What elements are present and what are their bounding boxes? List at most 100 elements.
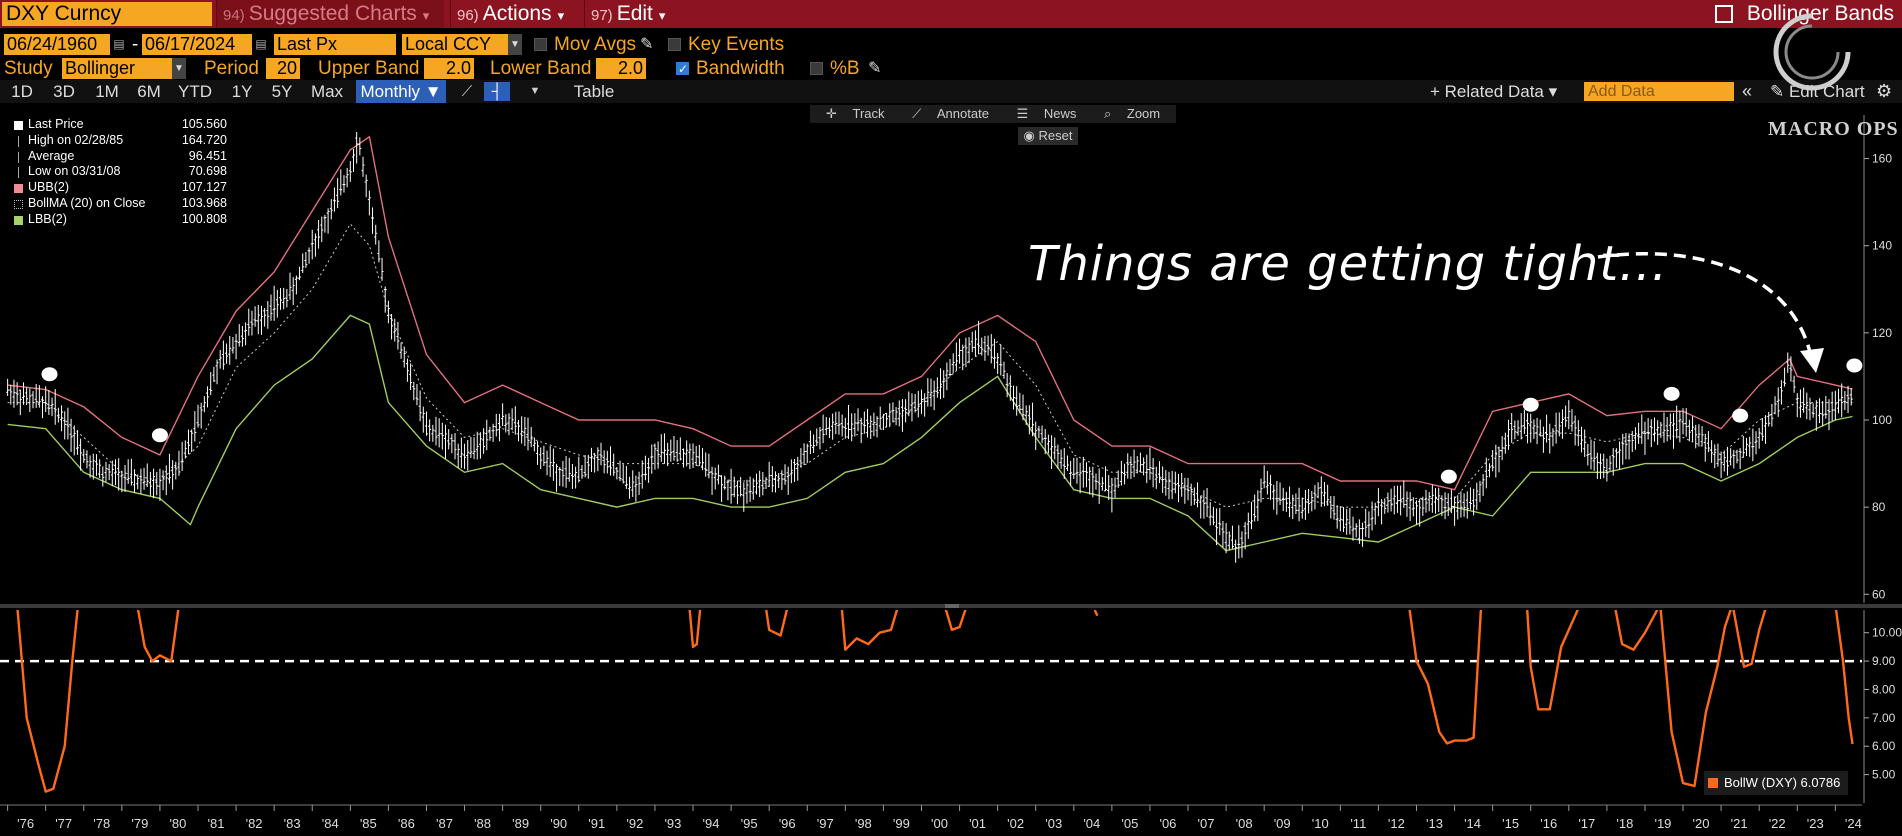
mov-avgs-checkbox[interactable]	[534, 38, 547, 51]
chevron-down-icon[interactable]: ▼	[522, 82, 548, 101]
period-button-3d[interactable]: 3D	[46, 80, 82, 103]
ticker-input[interactable]: DXY Curncy	[2, 2, 212, 26]
lower-band-input[interactable]: 2.0	[596, 58, 646, 79]
price-bar	[539, 447, 543, 470]
period-button-1d[interactable]: 1D	[6, 80, 38, 103]
legend-item: Average 96.451	[12, 149, 227, 165]
period-input[interactable]: 20	[266, 58, 300, 79]
price-bar	[133, 469, 137, 494]
track-button[interactable]: ✛ Track	[820, 106, 891, 121]
price-bar	[678, 437, 682, 461]
x-tick-label: '08	[1236, 816, 1253, 831]
price-bar	[1748, 436, 1752, 457]
period-button-5y[interactable]: 5Y	[264, 80, 300, 103]
bandwidth-checkbox[interactable]	[676, 58, 689, 81]
calendar-icon[interactable]: ▤	[112, 36, 126, 52]
edit-menu[interactable]: 97) Edit ▾	[584, 0, 684, 28]
collapse-icon[interactable]: «	[1742, 80, 1752, 103]
price-bar	[1500, 436, 1504, 461]
price-bar	[1240, 531, 1244, 558]
period-button-max[interactable]: Max	[306, 80, 348, 103]
period-button-1y[interactable]: 1Y	[224, 80, 260, 103]
price-bar	[1135, 456, 1139, 474]
price-bar	[1646, 417, 1650, 440]
price-bar	[926, 378, 930, 407]
bar-chart-icon[interactable]: ┤	[484, 82, 510, 101]
price-bar	[593, 453, 597, 473]
add-data-input[interactable]: Add Data	[1584, 82, 1734, 101]
pctb-checkbox[interactable]	[810, 62, 823, 75]
price-chart[interactable]: 60 80 100 120 140 160 5.00 6.00 7.00 8.00 9.00 10.…	[0, 103, 1902, 836]
command-bar: DXY Curncy 94) Suggested Charts ▾ 96) Actio…	[0, 0, 1902, 28]
price-bar	[1088, 466, 1092, 495]
end-date-field[interactable]: 06/17/2024	[142, 34, 252, 55]
price-bar	[977, 320, 981, 355]
period-button-1m[interactable]: 1M	[88, 80, 126, 103]
zoom-button[interactable]: ⌕ Zoom	[1098, 106, 1166, 121]
price-bar	[380, 257, 384, 281]
price-bar	[850, 413, 854, 442]
start-date-field[interactable]: 06/24/1960	[4, 34, 110, 55]
price-bar	[767, 461, 771, 488]
price-bar	[1386, 492, 1390, 513]
annotate-button[interactable]: ⟋ Annotate	[906, 106, 995, 121]
price-bar	[94, 454, 98, 476]
key-events-checkbox[interactable]	[668, 38, 681, 51]
legend-label: High on 02/28/85	[28, 132, 124, 147]
price-bar	[371, 207, 375, 234]
price-bar	[1189, 483, 1193, 506]
line-chart-icon[interactable]: ⟋	[454, 82, 480, 101]
suggested-charts-menu[interactable]: 94) Suggested Charts ▾	[216, 0, 444, 28]
chevron-down-icon[interactable]: ▼	[172, 58, 186, 79]
currency-select[interactable]: Local CCY	[402, 34, 512, 55]
price-bar	[72, 425, 76, 456]
price-bar	[1399, 485, 1403, 516]
table-button[interactable]: Table	[566, 80, 622, 103]
study-select[interactable]: Bollinger	[62, 58, 172, 79]
price-field-select[interactable]: Last Px	[274, 34, 396, 55]
related-data-button[interactable]: + Related Data ▾	[1430, 80, 1557, 103]
price-bar	[1691, 416, 1695, 442]
calendar-icon[interactable]: ▤	[254, 36, 268, 52]
price-bar	[1040, 425, 1044, 444]
price-bar	[288, 272, 292, 300]
price-bar	[1640, 414, 1644, 444]
reset-button[interactable]: ◉ Reset	[1018, 127, 1078, 145]
price-bar	[1672, 413, 1676, 449]
period-button-6m[interactable]: 6M	[130, 80, 168, 103]
bandwidth-segment	[944, 610, 967, 632]
study-settings-row: Study Bollinger ▼ Period 20 Upper Band 2…	[0, 57, 1902, 81]
legend-value: 96.451	[188, 148, 227, 163]
price-bar	[1202, 490, 1206, 519]
pencil-icon[interactable]: ✎	[640, 33, 653, 56]
price-bar	[1262, 465, 1266, 489]
price-bar	[1754, 431, 1758, 455]
price-bar	[1234, 539, 1238, 563]
bandwidth-segment	[1526, 610, 1579, 711]
price-bar	[1094, 473, 1098, 490]
price-bar	[1579, 426, 1583, 453]
pencil-icon[interactable]: ✎	[868, 57, 881, 80]
x-tick-label: '96	[779, 816, 796, 831]
period-button-ytd[interactable]: YTD	[172, 80, 218, 103]
price-bar	[228, 335, 232, 365]
x-tick-label: '88	[474, 816, 491, 831]
price-bar	[815, 428, 819, 447]
frequency-select[interactable]: Monthly ▼	[356, 80, 446, 103]
gear-icon[interactable]: ⚙	[1876, 80, 1892, 103]
bandwidth-segment	[1093, 610, 1099, 617]
price-bar	[992, 338, 996, 369]
actions-menu[interactable]: 96) Actions ▾	[450, 0, 580, 28]
price-bar	[1354, 523, 1358, 538]
upper-band-input[interactable]: 2.0	[424, 58, 474, 79]
price-bar	[69, 418, 73, 452]
price-bar	[1735, 449, 1739, 464]
price-bar	[1567, 400, 1571, 430]
price-bar	[1424, 489, 1428, 513]
chevron-down-icon[interactable]: ▼	[508, 34, 522, 55]
legend-swatch	[14, 121, 23, 130]
price-bar	[1443, 492, 1447, 520]
news-button[interactable]: ☰ News	[1011, 106, 1083, 121]
price-bar	[1338, 506, 1342, 532]
x-tick-label: '01	[969, 816, 986, 831]
